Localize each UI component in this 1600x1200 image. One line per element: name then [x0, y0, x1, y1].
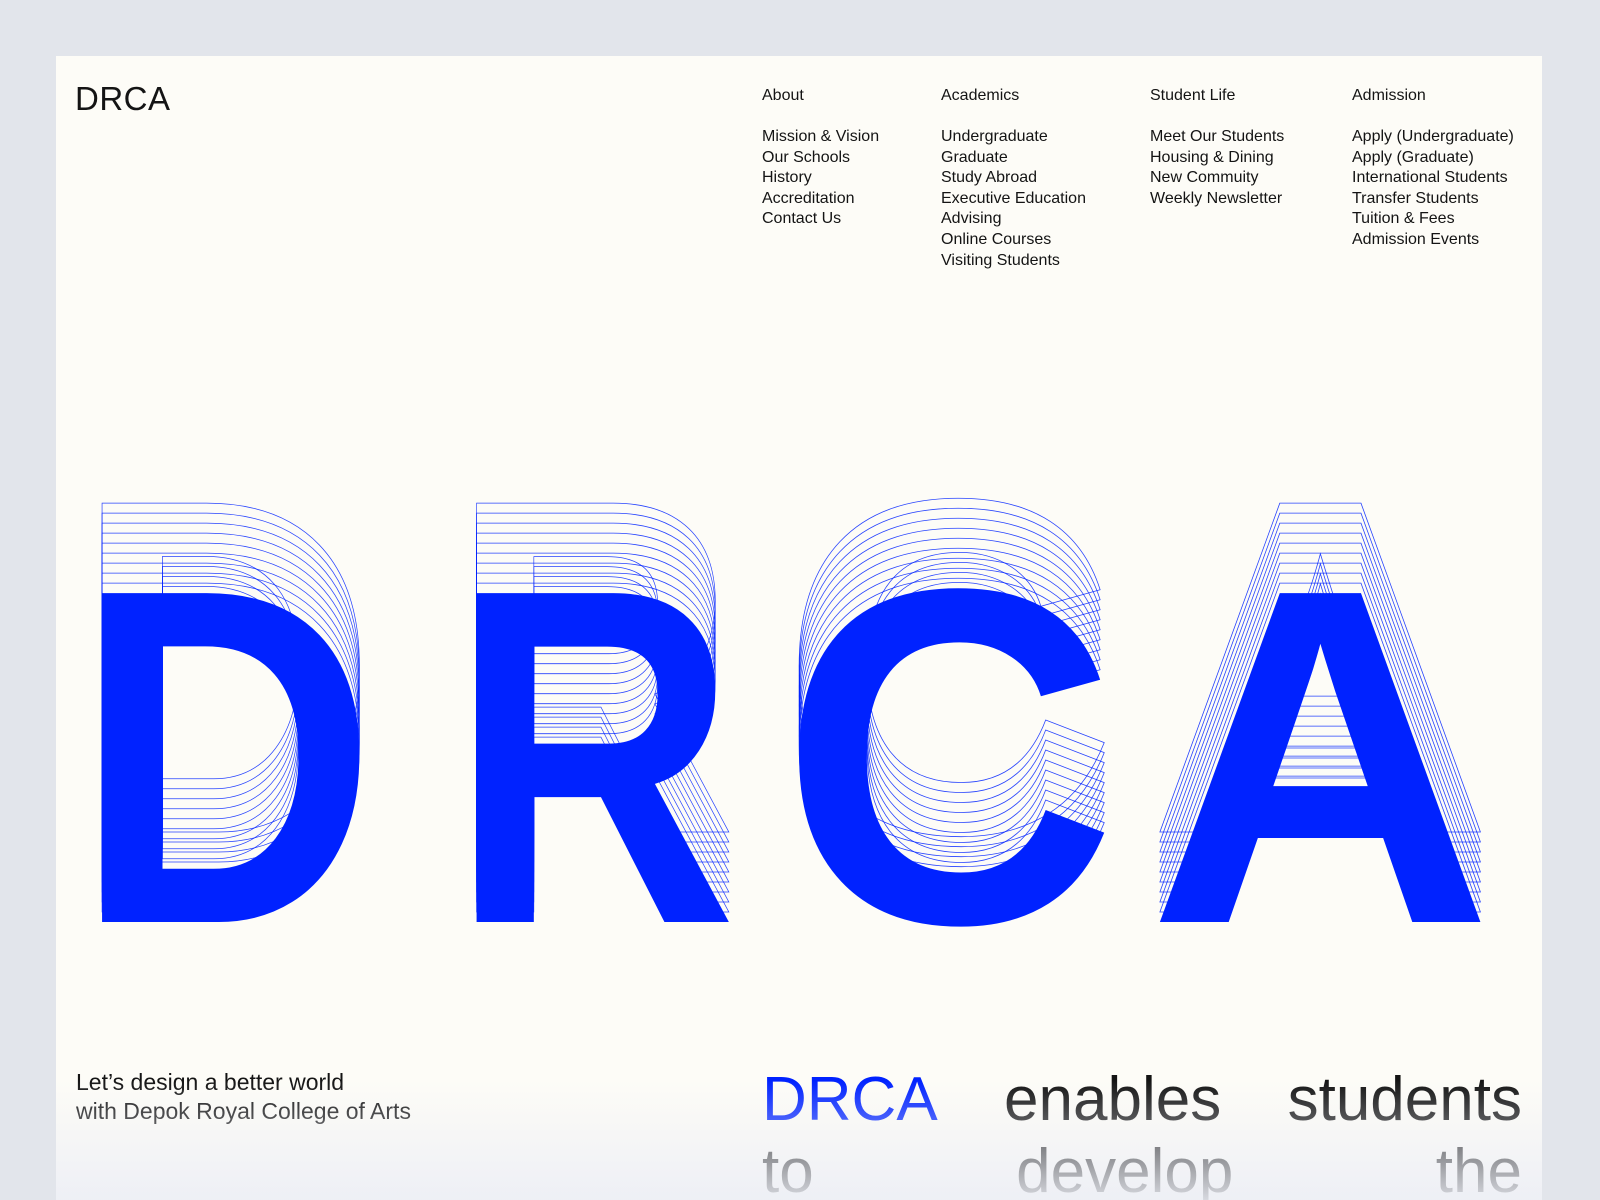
hero-letter: D	[74, 490, 377, 1024]
tagline-line-1: Let’s design a better world	[76, 1069, 345, 1095]
tagline-line-2: with Depok Royal College of Arts	[76, 1098, 411, 1124]
statement-word: students	[1287, 1065, 1522, 1134]
page: DRCA About Mission & Vision Our Schools …	[56, 56, 1542, 1200]
statement-brand: DRCA	[762, 1065, 938, 1134]
hero-letter: R	[450, 490, 737, 1024]
hero-letter: C	[780, 490, 1117, 1024]
tagline: Let’s design a better world with Depok R…	[76, 1068, 411, 1126]
statement-word: enables	[1004, 1065, 1222, 1134]
statement-word: the	[1435, 1137, 1522, 1200]
statement-word: develop	[1016, 1137, 1234, 1200]
statement-word: to	[762, 1137, 814, 1200]
statement-line-2: to develop the	[762, 1136, 1522, 1200]
hero-solid-letters: DRCA	[74, 490, 1493, 1024]
hero-letter: A	[1148, 490, 1493, 1024]
mission-statement: DRCA enables students to develop the	[762, 1064, 1522, 1200]
hero-wordmark: DDDDDDDDD RRRRRRRRR CCCCCCCCC AAAAAAAAA DRC…	[74, 400, 1494, 1024]
statement-line-1: DRCA enables students	[762, 1064, 1522, 1136]
